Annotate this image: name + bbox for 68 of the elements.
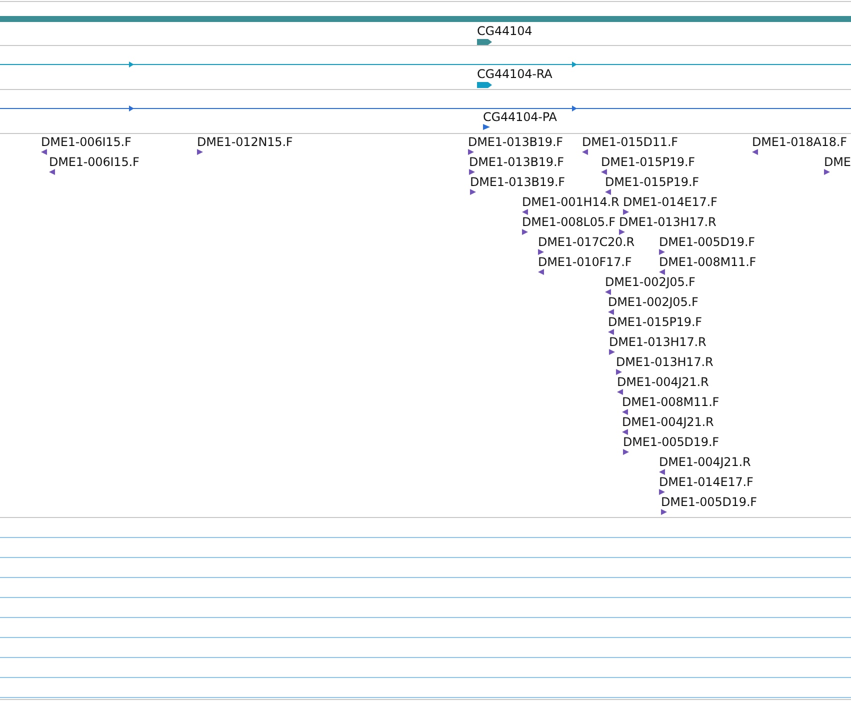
left-arrow-icon[interactable] bbox=[608, 309, 614, 315]
feature-label: DME1-008M11.F bbox=[622, 395, 720, 409]
feature-label: DME1-006I15.F bbox=[49, 155, 140, 169]
right-arrow-icon[interactable] bbox=[659, 489, 665, 495]
feature-label: DME1-002J05.F bbox=[605, 275, 696, 289]
feature-label: DME1-014E17.F bbox=[623, 195, 718, 209]
feature-label: DME1-013H17.R bbox=[609, 335, 706, 349]
feature-label: DME1-010F17.F bbox=[538, 255, 632, 269]
feature-label: DME1-013H17.R bbox=[619, 215, 716, 229]
feature-label: DME1-002J05.F bbox=[608, 295, 698, 309]
right-arrow-icon[interactable] bbox=[197, 149, 203, 155]
right-arrow-icon[interactable] bbox=[609, 349, 615, 355]
feature-label: DME1-004J21.R bbox=[659, 455, 751, 469]
left-arrow-icon[interactable] bbox=[659, 469, 665, 475]
left-arrow-icon[interactable] bbox=[582, 149, 588, 155]
feature-label: DME1-018A18.F bbox=[752, 135, 847, 149]
feature-label: DME1-017C20.R bbox=[538, 235, 635, 249]
feature-label: CG44104-PA bbox=[483, 110, 557, 124]
feature-label: DME1-006I15.F bbox=[41, 135, 132, 149]
feature-label: DME1-008M11.F bbox=[659, 255, 756, 269]
feature-label: DME1-015P19.F bbox=[608, 315, 702, 329]
feature-label: DME1-004J21.R bbox=[617, 375, 709, 389]
left-arrow-icon[interactable] bbox=[752, 149, 758, 155]
right-arrow-icon[interactable] bbox=[538, 249, 544, 255]
left-arrow-icon[interactable] bbox=[538, 269, 544, 275]
right-arrow-icon[interactable] bbox=[469, 169, 475, 175]
left-arrow-icon[interactable] bbox=[659, 269, 665, 275]
left-arrow-icon[interactable] bbox=[601, 169, 607, 175]
arrow-icon[interactable] bbox=[483, 124, 490, 130]
feature-label: DME1-013B19.F bbox=[470, 175, 565, 189]
right-arrow-icon[interactable] bbox=[470, 189, 476, 195]
right-arrow-icon[interactable] bbox=[661, 509, 667, 515]
arrow-icon[interactable] bbox=[477, 39, 492, 45]
feature-label: DME1-013B19.F bbox=[469, 155, 564, 169]
feature-label: DME1-005D19.F bbox=[623, 435, 719, 449]
feature-label: DME1-014E17.F bbox=[659, 475, 754, 489]
left-arrow-icon[interactable] bbox=[605, 289, 611, 295]
feature-label: DME1-012N15.F bbox=[197, 135, 293, 149]
arrow-icon[interactable] bbox=[477, 82, 492, 88]
left-arrow-icon[interactable] bbox=[522, 209, 528, 215]
feature-label: DME1-013B19.F bbox=[468, 135, 563, 149]
right-arrow-icon[interactable] bbox=[623, 449, 629, 455]
feature-label: CG44104-RA bbox=[477, 67, 552, 81]
right-arrow-icon[interactable] bbox=[824, 169, 830, 175]
feature-label: DME1-004J21.R bbox=[622, 415, 714, 429]
feature-label: DME bbox=[824, 155, 851, 169]
feature-label: DME1-015P19.F bbox=[605, 175, 699, 189]
feature-label: DME1-015D11.F bbox=[582, 135, 678, 149]
left-arrow-icon[interactable] bbox=[41, 149, 47, 155]
left-arrow-icon[interactable] bbox=[608, 329, 614, 335]
feature-label: DME1-005D19.F bbox=[661, 495, 757, 509]
feature-label: DME1-001H14.R bbox=[522, 195, 620, 209]
right-arrow-icon[interactable] bbox=[659, 249, 665, 255]
right-arrow-icon[interactable] bbox=[619, 229, 625, 235]
left-arrow-icon[interactable] bbox=[622, 409, 628, 415]
feature-label: DME1-005D19.F bbox=[659, 235, 755, 249]
left-arrow-icon[interactable] bbox=[617, 389, 623, 395]
right-arrow-icon[interactable] bbox=[522, 229, 528, 235]
feature-label: DME1-015P19.F bbox=[601, 155, 695, 169]
left-arrow-icon[interactable] bbox=[622, 429, 628, 435]
right-arrow-icon[interactable] bbox=[623, 209, 629, 215]
left-arrow-icon[interactable] bbox=[49, 169, 55, 175]
left-arrow-icon[interactable] bbox=[605, 189, 611, 195]
right-arrow-icon[interactable] bbox=[468, 149, 474, 155]
feature-label: DME1-013H17.R bbox=[616, 355, 714, 369]
right-arrow-icon[interactable] bbox=[616, 369, 622, 375]
feature-label: DME1-008L05.F bbox=[522, 215, 616, 229]
feature-label: CG44104 bbox=[477, 24, 532, 38]
